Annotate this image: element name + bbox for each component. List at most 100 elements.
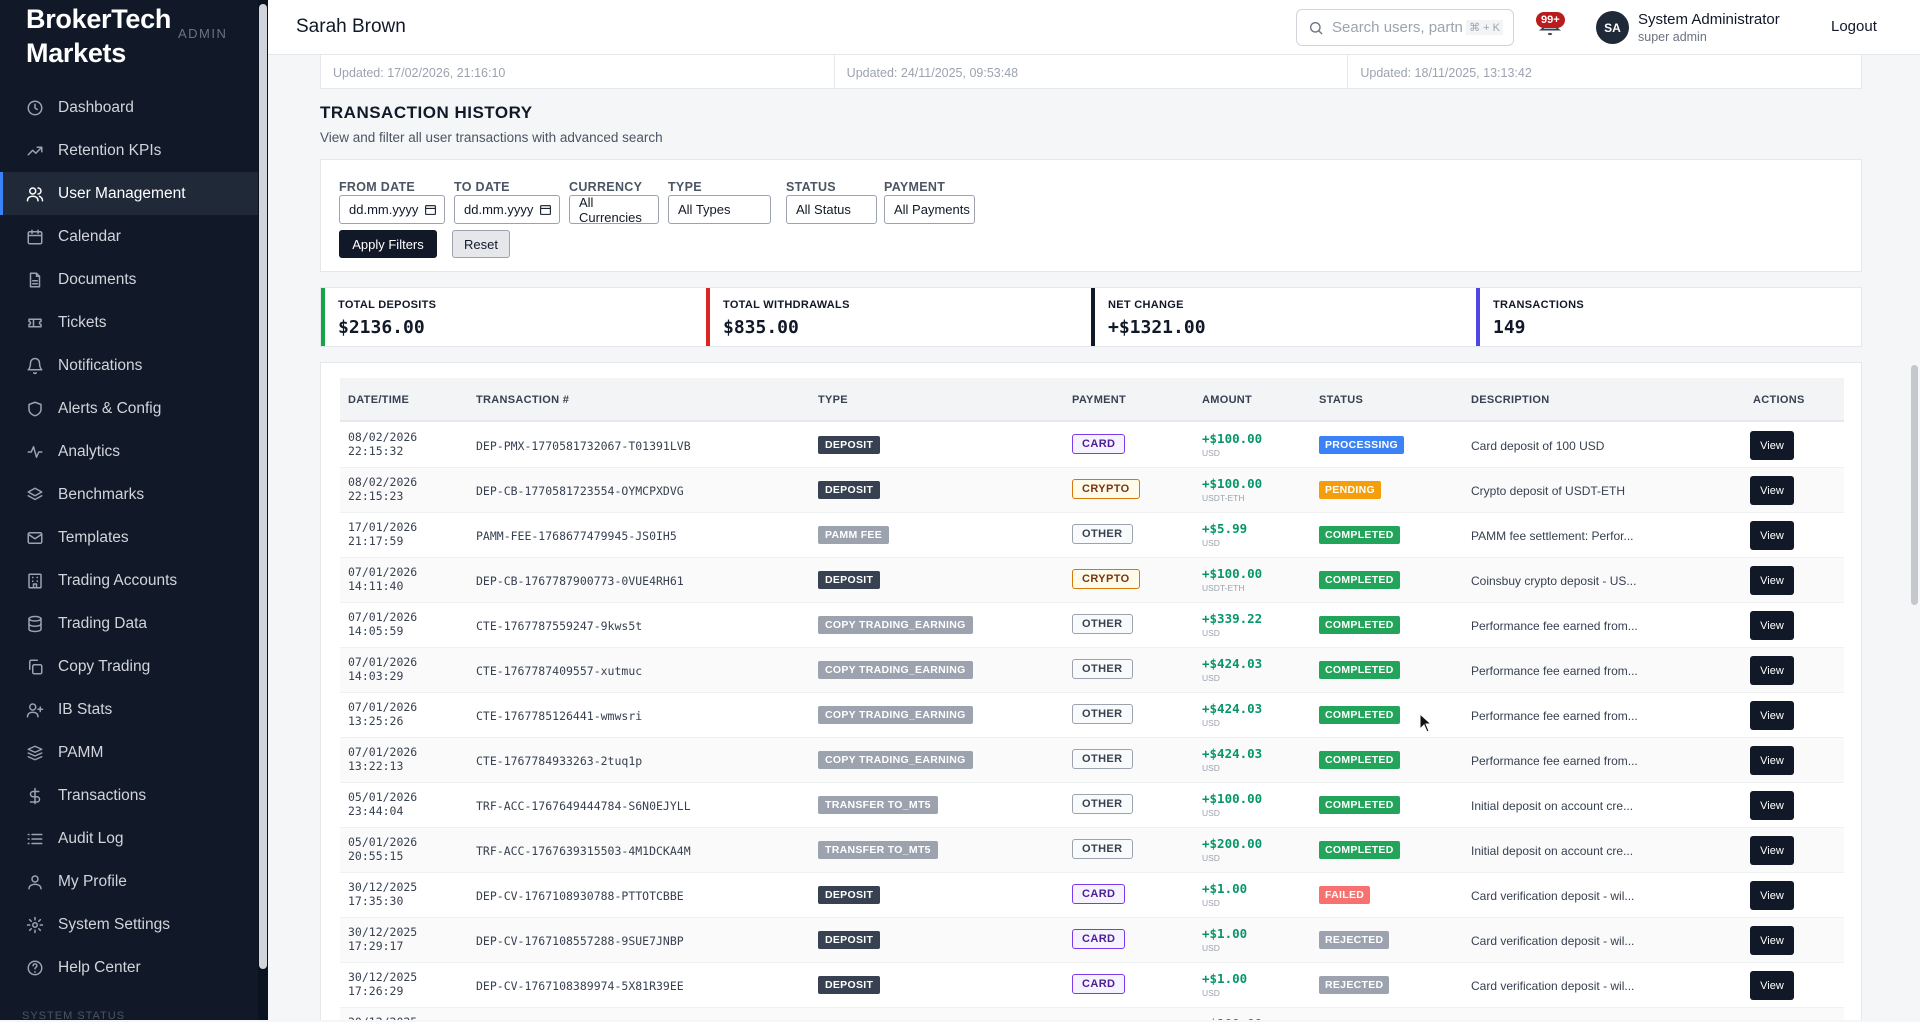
view-button[interactable]: View [1750, 971, 1794, 1000]
sidebar-item-label: User Management [58, 184, 186, 202]
from-date-input[interactable]: dd.mm.yyyy [339, 195, 445, 224]
table-row: 07/01/2026 14:03:29 CTE-1767787409557-xutm… [340, 648, 1844, 693]
section-subtitle: View and filter all user transactions wi… [320, 130, 663, 145]
table-header: DATE/TIME TRANSACTION # TYPE PAYMENT AMO… [340, 378, 1844, 422]
sidebar-item-label: Audit Log [58, 829, 124, 847]
view-button[interactable]: View [1750, 791, 1794, 820]
view-button[interactable]: View [1750, 476, 1794, 505]
stat-value: $2136.00 [338, 317, 425, 338]
currency-label: CURRENCY [569, 180, 643, 194]
view-button[interactable]: View [1750, 431, 1794, 460]
row-payment-badge: OTHER [1072, 659, 1133, 679]
row-time: 13:22:13 [348, 759, 404, 773]
currency-select[interactable]: All Currencies [569, 195, 659, 225]
row-datetime: 07/01/2026 14:11:40 [348, 565, 417, 593]
sidebar-item-templates[interactable]: Templates [0, 516, 258, 559]
sidebar-item-notifications[interactable]: Notifications [0, 344, 258, 387]
mouse-cursor-icon [1419, 713, 1433, 733]
row-payment-badge: OTHER [1072, 794, 1133, 814]
sidebar-item-documents[interactable]: Documents [0, 258, 258, 301]
view-button[interactable]: View [1750, 566, 1794, 595]
row-amount: +$424.03 [1202, 656, 1263, 671]
sidebar-item-analytics[interactable]: Analytics [0, 430, 258, 473]
logout-button[interactable]: Logout [1831, 18, 1877, 35]
row-description: PAMM fee settlement: Perfor... [1471, 529, 1634, 543]
table-row: 30/12/2025 17:35:30 DEP-CV-1767108930788-P… [340, 873, 1844, 918]
sidebar-item-trading-accounts[interactable]: Trading Accounts [0, 559, 258, 602]
sidebar-item-retention-kpis[interactable]: Retention KPIs [0, 129, 258, 172]
row-payment-badge: CRYPTO [1072, 569, 1140, 589]
stack-icon [27, 745, 43, 760]
view-button[interactable]: View [1750, 701, 1794, 730]
reset-button[interactable]: Reset [452, 230, 510, 258]
user-plus-icon [26, 702, 44, 717]
row-transaction-id: PAMM-FEE-1768677479945-JS0IH5 [476, 529, 677, 543]
search-box[interactable]: ⌘ + K [1296, 9, 1514, 46]
database-icon [28, 615, 42, 632]
sidebar-item-pamm[interactable]: PAMM [0, 731, 258, 774]
sidebar-item-user-management[interactable]: User Management [0, 172, 258, 215]
view-button[interactable]: View [1750, 656, 1794, 685]
row-transaction-id: DEP-CB-1770581723554-OYMCPXDVG [476, 484, 684, 498]
row-datetime: 07/01/2026 14:05:59 [348, 610, 417, 638]
sidebar-item-my-profile[interactable]: My Profile [0, 860, 258, 903]
system-status-label: SYSTEM STATUS [22, 1010, 126, 1022]
row-datetime: 05/01/2026 20:55:15 [348, 835, 417, 863]
sidebar-item-alerts-config[interactable]: Alerts & Config [0, 387, 258, 430]
row-time: 17:29:17 [348, 939, 404, 953]
sidebar-item-ib-stats[interactable]: IB Stats [0, 688, 258, 731]
row-payment-badge: CARD [1072, 974, 1126, 994]
sidebar-item-system-settings[interactable]: System Settings [0, 903, 258, 946]
clock-icon [27, 100, 43, 115]
top-header: Sarah Brown ⌘ + K 99+ SA System Administ… [268, 0, 1920, 55]
summary-stats: TOTAL DEPOSITS $2136.00 TOTAL WITHDRAWALS $… [320, 287, 1862, 347]
sidebar-item-benchmarks[interactable]: Benchmarks [0, 473, 258, 516]
search-shortcut: ⌘ + K [1466, 20, 1503, 35]
sidebar-item-transactions[interactable]: Transactions [0, 774, 258, 817]
stat-label: TOTAL DEPOSITS [338, 299, 437, 311]
row-date: 07/01/2026 [348, 700, 418, 714]
row-time: 17:26:29 [348, 984, 404, 998]
sidebar-item-label: Retention KPIs [58, 141, 162, 159]
sidebar-item-copy-trading[interactable]: Copy Trading [0, 645, 258, 688]
avatar[interactable]: SA [1596, 11, 1629, 44]
view-button[interactable]: View [1750, 926, 1794, 955]
row-description: Card verification deposit - wil... [1471, 934, 1635, 948]
col-transaction: TRANSACTION # [476, 394, 570, 406]
sidebar-item-audit-log[interactable]: Audit Log [0, 817, 258, 860]
view-button[interactable]: View [1750, 836, 1794, 865]
main-scrollbar-thumb[interactable] [1911, 365, 1918, 605]
row-status-badge: COMPLETED [1319, 661, 1400, 679]
sidebar-item-trading-data[interactable]: Trading Data [0, 602, 258, 645]
sidebar-item-dashboard[interactable]: Dashboard [0, 86, 258, 129]
row-transaction-id: DEP-CV-1767108389974-5X81R39EE [476, 979, 684, 993]
sidebar-item-label: Dashboard [58, 98, 134, 116]
view-button[interactable]: View [1750, 746, 1794, 775]
row-amount: +$424.03 [1202, 701, 1263, 716]
search-input[interactable] [1332, 19, 1462, 36]
col-type: TYPE [818, 394, 848, 406]
row-transaction-id: DEP-PMX-1770581732067-T01391LVB [476, 439, 691, 453]
table-row: 17/01/2026 21:17:59 PAMM-FEE-1768677479945… [340, 513, 1844, 558]
sidebar-item-tickets[interactable]: Tickets [0, 301, 258, 344]
row-payment-badge: OTHER [1072, 524, 1133, 544]
apply-filters-button[interactable]: Apply Filters [339, 230, 437, 258]
to-date-input[interactable]: dd.mm.yyyy [454, 195, 560, 224]
type-select[interactable]: All Types [668, 195, 771, 224]
view-button[interactable]: View [1750, 881, 1794, 910]
payment-select[interactable]: All Payments [884, 195, 975, 224]
view-button[interactable]: View [1750, 611, 1794, 640]
sidebar-item-help-center[interactable]: Help Center [0, 946, 258, 989]
row-time: 21:17:59 [348, 534, 404, 548]
row-date: 30/12/2025 [348, 880, 418, 894]
sidebar-item-label: Analytics [58, 442, 121, 460]
sidebar-scrollbar-thumb[interactable] [259, 4, 267, 969]
sidebar-item-calendar[interactable]: Calendar [0, 215, 258, 258]
view-button[interactable]: View [1750, 521, 1794, 550]
status-select[interactable]: All Status [786, 195, 877, 224]
row-currency: USD [1202, 538, 1220, 548]
row-currency: USD [1202, 448, 1220, 458]
brand-logo[interactable]: BrokerTech Markets [26, 2, 196, 70]
search-icon [1310, 21, 1323, 34]
help-icon [27, 960, 43, 975]
